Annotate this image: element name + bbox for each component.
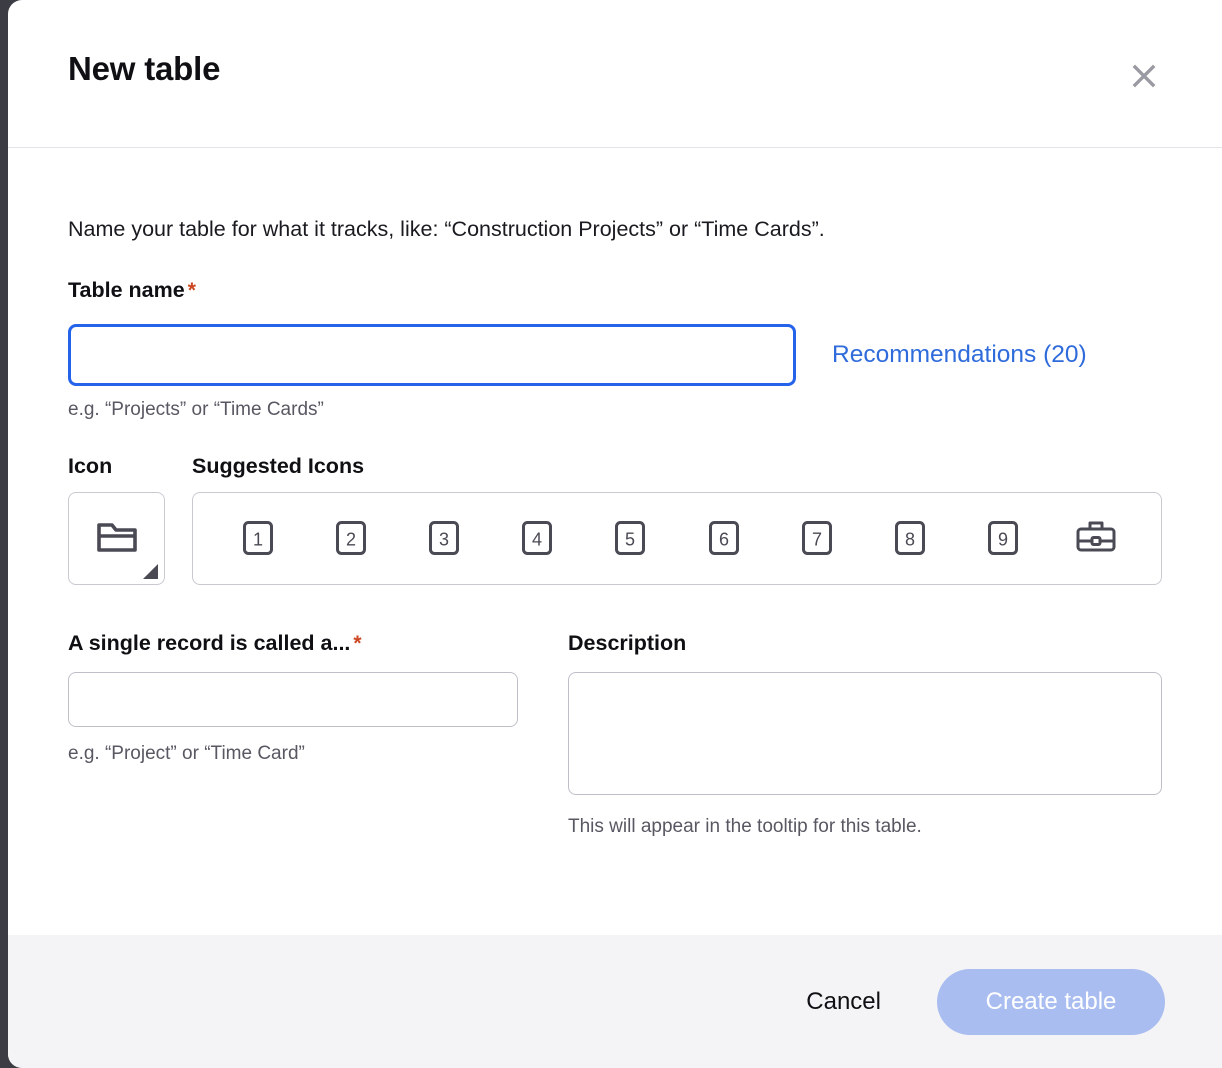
svg-text:5: 5 <box>625 530 635 550</box>
create-table-button[interactable]: Create table <box>937 968 1165 1035</box>
suggested-icon-6[interactable]: 6 <box>701 512 747 564</box>
dialog-footer: Cancel Create table <box>8 935 1222 1068</box>
cancel-button[interactable]: Cancel <box>792 978 895 1026</box>
description-label: Description <box>568 630 687 655</box>
suggested-icon-briefcase[interactable] <box>1073 512 1119 564</box>
dialog-header: New table <box>8 0 1222 148</box>
bottom-fields-row: A single record is called a... * e.g. “Pr… <box>68 631 1162 840</box>
dialog-body: Name your table for what it tracks, like… <box>8 148 1222 935</box>
table-name-input[interactable] <box>68 323 796 386</box>
svg-text:4: 4 <box>532 530 542 550</box>
icon-section: Icon Suggested Icons 1 2 3 4 5 6 7 8 9 <box>68 454 1162 585</box>
icon-headings: Icon Suggested Icons <box>68 454 1162 479</box>
record-name-input[interactable] <box>68 672 518 728</box>
required-asterisk: * <box>353 631 362 655</box>
record-name-label: A single record is called a... * <box>68 630 362 655</box>
record-name-helper: e.g. “Project” or “Time Card” <box>68 743 305 765</box>
icon-picker-button[interactable] <box>68 491 165 585</box>
suggested-icon-9[interactable]: 9 <box>980 512 1026 564</box>
svg-text:1: 1 <box>253 530 263 550</box>
required-asterisk: * <box>187 278 196 302</box>
suggested-icon-3[interactable]: 3 <box>421 512 467 564</box>
description-textarea[interactable] <box>568 672 1162 796</box>
briefcase-icon <box>1074 517 1118 560</box>
folder-icon <box>95 517 139 560</box>
svg-text:2: 2 <box>346 530 356 550</box>
icon-label: Icon <box>68 453 113 478</box>
close-button[interactable] <box>1123 55 1165 97</box>
suggested-icon-8[interactable]: 8 <box>887 512 933 564</box>
suggested-icons-list: 1 2 3 4 5 6 7 8 9 <box>192 491 1162 585</box>
svg-text:8: 8 <box>905 530 915 550</box>
page-title: New table <box>68 50 221 87</box>
close-icon <box>1129 61 1159 91</box>
description-helper: This will appear in the tooltip for this… <box>568 816 922 838</box>
suggested-icon-5[interactable]: 5 <box>607 512 653 564</box>
table-name-helper: e.g. “Projects” or “Time Cards” <box>68 398 324 420</box>
suggested-icon-4[interactable]: 4 <box>514 512 560 564</box>
suggested-icons-label: Suggested Icons <box>192 453 365 478</box>
table-name-row: Recommendations (20) <box>68 323 1162 386</box>
svg-text:6: 6 <box>719 530 729 550</box>
description-field: Description This will appear in the tool… <box>568 631 1162 840</box>
suggested-icon-7[interactable]: 7 <box>794 512 840 564</box>
record-name-field: A single record is called a... * e.g. “Pr… <box>68 631 518 840</box>
intro-description: Name your table for what it tracks, like… <box>68 217 825 241</box>
svg-text:3: 3 <box>439 530 449 550</box>
suggested-icon-1[interactable]: 1 <box>235 512 281 564</box>
table-name-label: Table name * <box>68 277 196 302</box>
new-table-dialog: New table Name your table for what it tr… <box>8 0 1222 1068</box>
svg-text:9: 9 <box>998 530 1008 550</box>
recommendations-link[interactable]: Recommendations (20) <box>832 341 1087 369</box>
dropdown-corner-indicator <box>143 563 158 579</box>
suggested-icon-2[interactable]: 2 <box>328 512 374 564</box>
icon-picker-row: 1 2 3 4 5 6 7 8 9 <box>68 491 1162 585</box>
svg-text:7: 7 <box>812 530 822 550</box>
